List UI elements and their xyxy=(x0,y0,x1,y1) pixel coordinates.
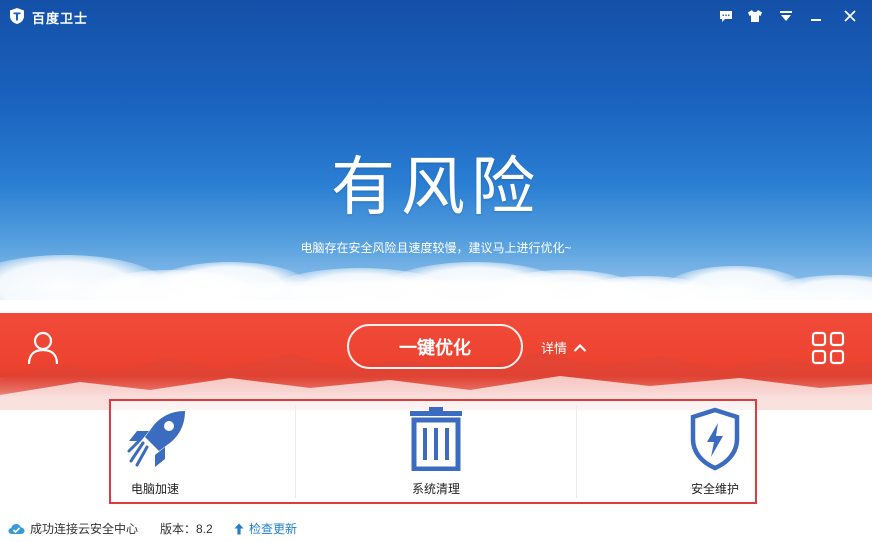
feedback-button[interactable] xyxy=(716,6,736,26)
cloud-icon xyxy=(8,523,25,534)
version-info: 版本：8.2 xyxy=(160,520,213,537)
details-toggle[interactable]: 详情 xyxy=(541,338,587,357)
close-icon xyxy=(844,10,856,22)
check-update-link[interactable]: 检查更新 xyxy=(234,520,297,537)
baidu-guard-logo-icon xyxy=(10,8,24,24)
menu-icon xyxy=(780,11,792,21)
user-icon xyxy=(27,331,59,365)
chevron-up-icon xyxy=(573,343,587,352)
apps-grid-icon xyxy=(811,331,845,365)
close-button[interactable] xyxy=(840,6,860,26)
minimize-button[interactable] xyxy=(806,6,826,26)
titlebar: 百度卫士 xyxy=(0,0,872,32)
skin-button[interactable] xyxy=(745,6,765,26)
tool-label: 电脑加速 xyxy=(131,482,180,496)
tool-system-clean[interactable]: 系统清理 xyxy=(296,401,576,502)
risk-status-subtitle: 电脑存在安全风险且速度较慢，建议马上进行优化~ xyxy=(300,241,572,255)
cloud-connection-status: 成功连接云安全中心 xyxy=(8,520,138,537)
tool-label: 安全维护 xyxy=(691,482,740,496)
baidu-guard-window: 百度卫士 有风险 电脑存在安全风险且速度较慢，建议马上进行优化~ 一键优化 详情… xyxy=(0,0,872,542)
tool-speed-up[interactable]: 电脑加速 xyxy=(111,401,295,502)
check-update-label: 检查更新 xyxy=(249,522,298,536)
shield-icon xyxy=(690,407,740,471)
risk-status-headline: 有风险 xyxy=(331,151,541,225)
status-bar: 成功连接云安全中心 版本：8.2 检查更新 xyxy=(0,514,872,542)
minimize-icon xyxy=(811,19,821,21)
tool-label: 系统清理 xyxy=(412,482,461,496)
feedback-icon xyxy=(720,10,732,22)
arrow-up-icon xyxy=(234,523,244,534)
trash-icon xyxy=(410,407,462,471)
menu-button[interactable] xyxy=(776,6,796,26)
version-text: 版本：8.2 xyxy=(160,522,213,536)
user-account-button[interactable] xyxy=(26,330,60,366)
more-tools-button[interactable] xyxy=(811,331,845,365)
skin-icon xyxy=(748,10,762,22)
tool-security-maintenance[interactable]: 安全维护 xyxy=(577,401,755,502)
rocket-icon xyxy=(127,411,185,467)
details-label: 详情 xyxy=(541,341,568,356)
optimize-label: 一键优化 xyxy=(399,337,471,358)
connection-text: 成功连接云安全中心 xyxy=(30,522,139,536)
app-title: 百度卫士 xyxy=(32,11,89,26)
one-click-optimize-button[interactable]: 一键优化 xyxy=(347,324,523,369)
